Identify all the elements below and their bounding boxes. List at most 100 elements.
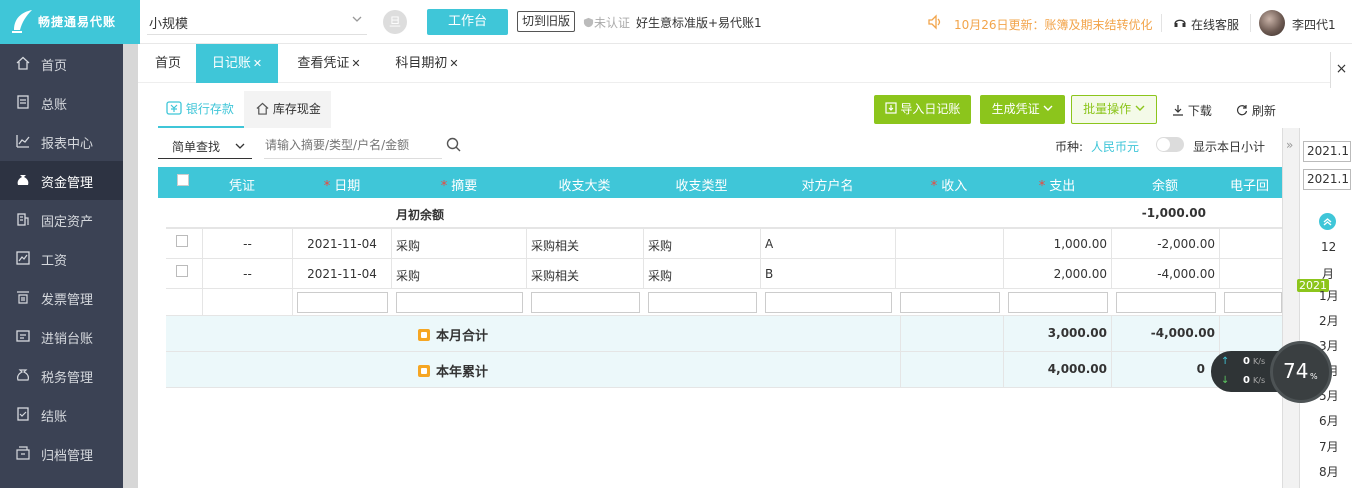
- income-cell[interactable]: [896, 259, 1004, 288]
- category-input[interactable]: [531, 292, 640, 313]
- expense-cell[interactable]: 1,000.00: [1004, 229, 1112, 258]
- daily-subtotal-toggle[interactable]: [1156, 137, 1184, 152]
- app-logo[interactable]: 畅捷通易代账: [0, 0, 140, 44]
- prev-period-number[interactable]: 12: [1321, 240, 1336, 254]
- counterparty-cell[interactable]: A: [761, 229, 896, 258]
- subtab-bank-deposit[interactable]: 银行存款: [158, 91, 244, 128]
- sidebar-item-salary[interactable]: 工资: [0, 239, 123, 278]
- counterparty-cell[interactable]: B: [761, 259, 896, 288]
- sidebar-item-home[interactable]: 首页: [0, 44, 123, 83]
- currency-value[interactable]: 人民币元: [1091, 138, 1139, 155]
- income-input[interactable]: [900, 292, 1000, 313]
- counterparty-input[interactable]: [765, 292, 892, 313]
- tab-view-voucher[interactable]: 查看凭证 ✕: [290, 44, 368, 83]
- type-input[interactable]: [648, 292, 757, 313]
- scroll-up-icon[interactable]: [1319, 213, 1336, 230]
- subtab-cash[interactable]: 库存现金: [244, 91, 331, 128]
- import-journal-button[interactable]: 导入日记账: [874, 95, 971, 124]
- type-cell[interactable]: 采购: [644, 229, 761, 258]
- month-item[interactable]: 1月: [1319, 287, 1339, 304]
- voucher-cell[interactable]: --: [203, 259, 293, 288]
- sidebar-item-reports[interactable]: 报表中心: [0, 122, 123, 161]
- table-row[interactable]: -- 2021-11-04 采购 采购相关 采购 A 1,000.00 -2,0…: [166, 228, 1282, 259]
- sidebar-item-invoices[interactable]: 发票管理: [0, 278, 123, 317]
- sidebar-item-fixed-assets[interactable]: 固定资产: [0, 200, 123, 239]
- period-start-input[interactable]: 2021.11: [1303, 141, 1351, 162]
- search-mode-select[interactable]: 简单查找: [158, 132, 252, 159]
- ledger-circle-button[interactable]: 旦: [383, 10, 407, 34]
- column-header-counterparty: 对方户名: [801, 179, 854, 194]
- workbench-button[interactable]: 工作台: [427, 9, 508, 35]
- income-cell[interactable]: [896, 229, 1004, 258]
- refresh-icon: [1236, 105, 1248, 116]
- summary-input[interactable]: [396, 292, 523, 313]
- sidebar-item-checkout[interactable]: 结账: [0, 395, 123, 434]
- batch-operation-button[interactable]: 批量操作: [1071, 95, 1157, 124]
- month-item[interactable]: 6月: [1319, 412, 1339, 429]
- summary-cell[interactable]: 采购: [392, 259, 527, 288]
- table-row[interactable]: -- 2021-11-04 采购 采购相关 采购 B 2,000.00 -4,0…: [166, 259, 1282, 289]
- sidebar-item-label: 资金管理: [41, 176, 94, 191]
- sidebar-item-archive[interactable]: 归档管理: [0, 434, 123, 473]
- month-item[interactable]: 2月: [1319, 312, 1339, 329]
- double-chevron-right-icon[interactable]: »: [1286, 138, 1293, 152]
- column-header-expense: * 支出: [1038, 179, 1076, 194]
- month-total-expense: 3,000.00: [1047, 326, 1107, 340]
- date-cell[interactable]: 2021-11-04: [293, 259, 392, 288]
- select-all-checkbox[interactable]: [177, 174, 189, 186]
- category-cell[interactable]: 采购相关: [527, 229, 644, 258]
- month-item[interactable]: 7月: [1319, 438, 1339, 455]
- company-name: 小规模: [149, 17, 189, 32]
- tab-account-opening[interactable]: 科目期初 ✕: [388, 44, 466, 83]
- unverified-badge[interactable]: 未认证: [583, 14, 630, 31]
- month-item[interactable]: 8月: [1319, 463, 1339, 480]
- close-icon[interactable]: ✕: [351, 57, 360, 70]
- avatar[interactable]: [1259, 10, 1285, 36]
- switch-old-version-button[interactable]: 切到旧版: [517, 11, 576, 32]
- panel-collapse-strip[interactable]: »: [1282, 128, 1299, 488]
- update-notice[interactable]: 10月26日更新：账簿及期末结转优化: [954, 16, 1153, 33]
- period-end-input[interactable]: 2021.11: [1303, 169, 1351, 190]
- sidebar-item-ledger[interactable]: 总账: [0, 83, 123, 122]
- expense-cell[interactable]: 2,000.00: [1004, 259, 1112, 288]
- sidebar-item-funds[interactable]: 资金管理: [0, 161, 123, 200]
- e-receipt-cell[interactable]: [1220, 229, 1282, 258]
- date-cell[interactable]: 2021-11-04: [293, 229, 392, 258]
- tab-label: 科目期初: [395, 56, 448, 71]
- sidebar-item-inventory[interactable]: 进销台账: [0, 317, 123, 356]
- gauge-percent-sign: %: [1310, 372, 1318, 381]
- username[interactable]: 李四代1: [1292, 16, 1336, 33]
- search-input[interactable]: [264, 132, 442, 159]
- sidebar-item-label: 固定资产: [41, 215, 94, 230]
- table-header: 凭证 * 日期 * 摘要 收支大类 收支类型 对方户名 * 收入 * 支出 余额 电子回: [158, 167, 1282, 198]
- subtab-label: 银行存款: [185, 102, 234, 116]
- search-icon[interactable]: [446, 137, 461, 152]
- refresh-button[interactable]: 刷新: [1236, 102, 1276, 119]
- close-icon[interactable]: ✕: [449, 57, 458, 70]
- download-button[interactable]: 下载: [1172, 102, 1212, 119]
- headset-icon: [1174, 19, 1186, 27]
- generate-voucher-button[interactable]: 生成凭证: [980, 95, 1065, 124]
- e-receipt-cell[interactable]: [1220, 259, 1282, 288]
- sidebar-item-label: 工资: [41, 254, 68, 269]
- close-icon[interactable]: ✕: [253, 57, 262, 70]
- tab-journal[interactable]: 日记账 ✕: [196, 44, 278, 83]
- category-cell[interactable]: 采购相关: [527, 259, 644, 288]
- online-service-link[interactable]: 在线客服: [1191, 16, 1239, 33]
- row-checkbox[interactable]: [176, 235, 188, 247]
- daily-subtotal-label: 显示本日小计: [1193, 140, 1266, 154]
- e-receipt-input[interactable]: [1224, 292, 1282, 313]
- sidebar-item-tax[interactable]: 税务管理: [0, 356, 123, 395]
- balance-input[interactable]: [1116, 292, 1216, 313]
- company-select[interactable]: 小规模: [147, 7, 367, 35]
- type-cell[interactable]: 采购: [644, 259, 761, 288]
- subtab-label: 库存现金: [272, 102, 321, 116]
- close-all-tabs-button[interactable]: ×: [1330, 52, 1352, 88]
- checkout-icon: [17, 407, 29, 421]
- tab-home[interactable]: 首页: [146, 44, 190, 83]
- row-checkbox[interactable]: [176, 265, 188, 277]
- expense-input[interactable]: [1008, 292, 1108, 313]
- voucher-cell[interactable]: --: [203, 229, 293, 258]
- summary-cell[interactable]: 采购: [392, 229, 527, 258]
- date-input[interactable]: [297, 292, 388, 313]
